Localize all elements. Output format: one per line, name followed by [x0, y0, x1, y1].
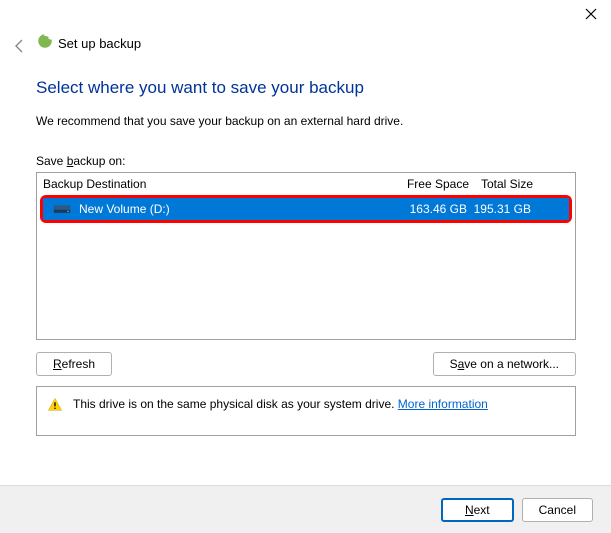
next-button[interactable]: Next: [441, 498, 514, 522]
drive-total: 195.31 GB: [467, 202, 537, 216]
drive-free: 163.46 GB: [391, 202, 467, 216]
footer-bar: Next Cancel: [0, 485, 611, 533]
highlight-frame: New Volume (D:) 163.46 GB 195.31 GB: [40, 195, 572, 223]
destination-table: Backup Destination Free Space Total Size…: [36, 172, 576, 340]
table-row[interactable]: New Volume (D:) 163.46 GB 195.31 GB: [43, 198, 569, 220]
close-icon[interactable]: [585, 8, 597, 23]
save-on-label: Save backup on:: [36, 154, 576, 168]
warning-text: This drive is on the same physical disk …: [73, 397, 488, 411]
save-on-network-button[interactable]: Save on a network...: [433, 352, 576, 376]
back-arrow-icon[interactable]: [12, 38, 28, 57]
table-header: Backup Destination Free Space Total Size: [37, 173, 575, 195]
warning-icon: [47, 397, 63, 416]
page-heading: Select where you want to save your backu…: [36, 78, 576, 98]
refresh-button[interactable]: Refresh: [36, 352, 112, 376]
col-total-size[interactable]: Total Size: [469, 177, 539, 191]
recommendation-text: We recommend that you save your backup o…: [36, 114, 576, 128]
more-info-link[interactable]: More information: [398, 397, 488, 411]
col-free-space[interactable]: Free Space: [393, 177, 469, 191]
warning-box: This drive is on the same physical disk …: [36, 386, 576, 436]
app-icon: [36, 32, 54, 53]
col-destination[interactable]: Backup Destination: [43, 177, 393, 191]
drive-name: New Volume (D:): [79, 202, 170, 216]
cancel-button[interactable]: Cancel: [522, 498, 593, 522]
window-title: Set up backup: [58, 36, 141, 51]
hard-drive-icon: [53, 203, 71, 215]
